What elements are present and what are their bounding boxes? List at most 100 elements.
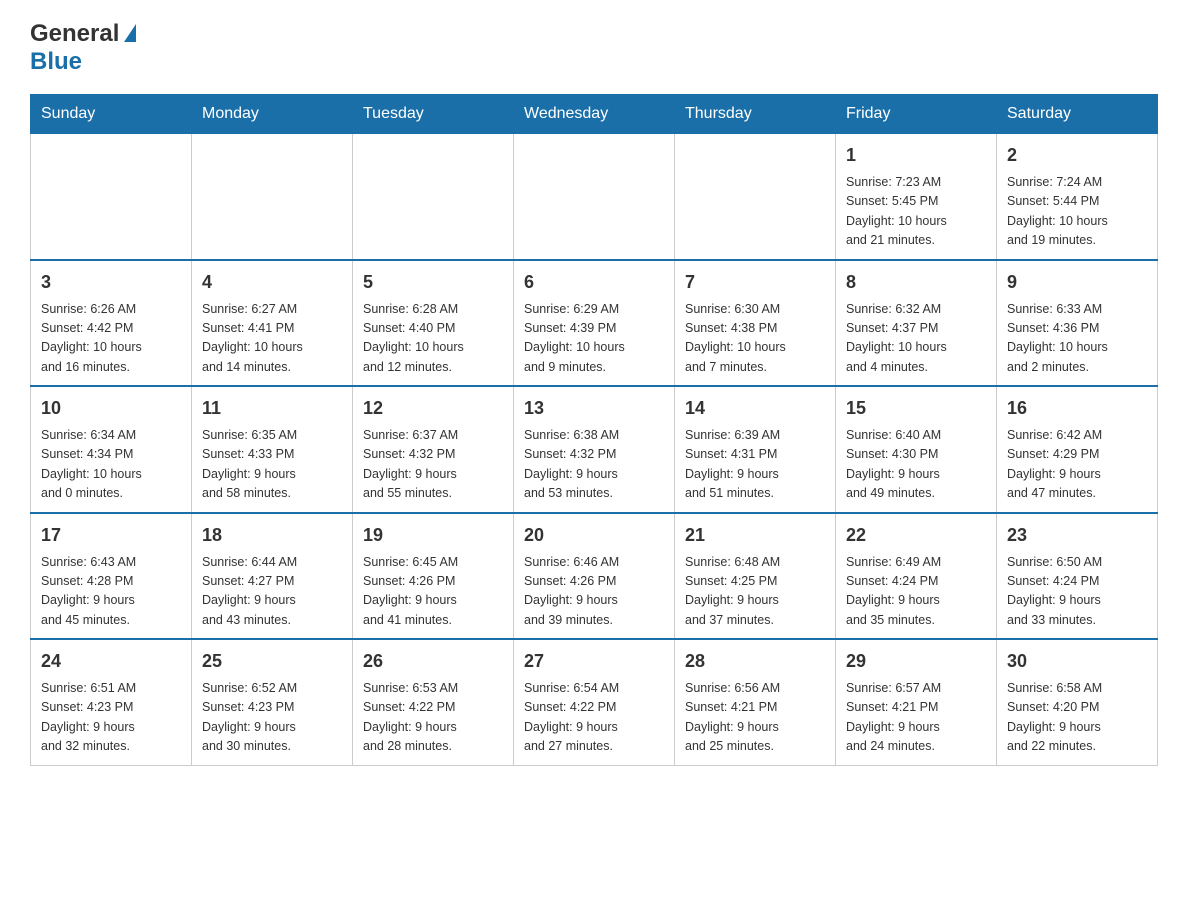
calendar-cell	[675, 134, 836, 260]
day-info: Sunrise: 6:58 AM Sunset: 4:20 PM Dayligh…	[1007, 679, 1147, 757]
day-number: 10	[41, 395, 181, 422]
calendar-cell: 2Sunrise: 7:24 AM Sunset: 5:44 PM Daylig…	[997, 134, 1158, 260]
weekday-header-tuesday: Tuesday	[353, 95, 514, 134]
day-info: Sunrise: 6:27 AM Sunset: 4:41 PM Dayligh…	[202, 300, 342, 378]
day-info: Sunrise: 6:35 AM Sunset: 4:33 PM Dayligh…	[202, 426, 342, 504]
calendar-cell	[192, 134, 353, 260]
day-number: 15	[846, 395, 986, 422]
day-info: Sunrise: 6:33 AM Sunset: 4:36 PM Dayligh…	[1007, 300, 1147, 378]
weekday-header-thursday: Thursday	[675, 95, 836, 134]
day-info: Sunrise: 6:30 AM Sunset: 4:38 PM Dayligh…	[685, 300, 825, 378]
day-info: Sunrise: 6:34 AM Sunset: 4:34 PM Dayligh…	[41, 426, 181, 504]
weekday-header-row: SundayMondayTuesdayWednesdayThursdayFrid…	[31, 95, 1158, 134]
calendar-cell: 11 Sunrise: 6:35 AM Sunset: 4:33 PM Dayli…	[192, 386, 353, 513]
day-info: Sunrise: 6:38 AM Sunset: 4:32 PM Dayligh…	[524, 426, 664, 504]
calendar-cell	[31, 134, 192, 260]
day-number: 8	[846, 269, 986, 296]
calendar-cell: 5Sunrise: 6:28 AM Sunset: 4:40 PM Daylig…	[353, 260, 514, 387]
calendar-cell: 4 Sunrise: 6:27 AM Sunset: 4:41 PM Daylig…	[192, 260, 353, 387]
day-number: 17	[41, 522, 181, 549]
weekday-header-friday: Friday	[836, 95, 997, 134]
day-info: Sunrise: 6:28 AM Sunset: 4:40 PM Dayligh…	[363, 300, 503, 378]
weekday-header-monday: Monday	[192, 95, 353, 134]
calendar-cell: 17 Sunrise: 6:43 AM Sunset: 4:28 PM Dayli…	[31, 513, 192, 640]
day-number: 7	[685, 269, 825, 296]
week-row-1: 1 Sunrise: 7:23 AM Sunset: 5:45 PM Daylig…	[31, 134, 1158, 260]
day-info: Sunrise: 6:29 AM Sunset: 4:39 PM Dayligh…	[524, 300, 664, 378]
calendar-cell: 8 Sunrise: 6:32 AM Sunset: 4:37 PM Daylig…	[836, 260, 997, 387]
day-number: 20	[524, 522, 664, 549]
day-info: Sunrise: 6:57 AM Sunset: 4:21 PM Dayligh…	[846, 679, 986, 757]
day-number: 12	[363, 395, 503, 422]
day-info: Sunrise: 6:53 AM Sunset: 4:22 PM Dayligh…	[363, 679, 503, 757]
header: General Blue	[30, 20, 1158, 76]
day-number: 26	[363, 648, 503, 675]
day-info: Sunrise: 6:48 AM Sunset: 4:25 PM Dayligh…	[685, 553, 825, 631]
logo-triangle-icon	[124, 24, 136, 42]
day-info: Sunrise: 6:43 AM Sunset: 4:28 PM Dayligh…	[41, 553, 181, 631]
day-number: 25	[202, 648, 342, 675]
day-number: 6	[524, 269, 664, 296]
calendar-cell: 3Sunrise: 6:26 AM Sunset: 4:42 PM Daylig…	[31, 260, 192, 387]
calendar-cell: 26 Sunrise: 6:53 AM Sunset: 4:22 PM Dayli…	[353, 639, 514, 765]
weekday-header-wednesday: Wednesday	[514, 95, 675, 134]
day-number: 11	[202, 395, 342, 422]
day-number: 19	[363, 522, 503, 549]
day-info: Sunrise: 6:52 AM Sunset: 4:23 PM Dayligh…	[202, 679, 342, 757]
calendar-cell: 9 Sunrise: 6:33 AM Sunset: 4:36 PM Daylig…	[997, 260, 1158, 387]
calendar-cell: 30 Sunrise: 6:58 AM Sunset: 4:20 PM Dayli…	[997, 639, 1158, 765]
day-info: Sunrise: 6:54 AM Sunset: 4:22 PM Dayligh…	[524, 679, 664, 757]
calendar-cell: 23 Sunrise: 6:50 AM Sunset: 4:24 PM Dayli…	[997, 513, 1158, 640]
weekday-header-sunday: Sunday	[31, 95, 192, 134]
day-number: 1	[846, 142, 986, 169]
day-info: Sunrise: 6:32 AM Sunset: 4:37 PM Dayligh…	[846, 300, 986, 378]
calendar-cell: 29 Sunrise: 6:57 AM Sunset: 4:21 PM Dayli…	[836, 639, 997, 765]
calendar-cell: 15Sunrise: 6:40 AM Sunset: 4:30 PM Dayli…	[836, 386, 997, 513]
day-number: 9	[1007, 269, 1147, 296]
day-info: Sunrise: 6:46 AM Sunset: 4:26 PM Dayligh…	[524, 553, 664, 631]
calendar-cell: 12Sunrise: 6:37 AM Sunset: 4:32 PM Dayli…	[353, 386, 514, 513]
calendar-cell: 22Sunrise: 6:49 AM Sunset: 4:24 PM Dayli…	[836, 513, 997, 640]
week-row-2: 3Sunrise: 6:26 AM Sunset: 4:42 PM Daylig…	[31, 260, 1158, 387]
day-number: 21	[685, 522, 825, 549]
day-info: Sunrise: 6:56 AM Sunset: 4:21 PM Dayligh…	[685, 679, 825, 757]
calendar-cell: 16Sunrise: 6:42 AM Sunset: 4:29 PM Dayli…	[997, 386, 1158, 513]
week-row-5: 24 Sunrise: 6:51 AM Sunset: 4:23 PM Dayli…	[31, 639, 1158, 765]
calendar-cell: 27 Sunrise: 6:54 AM Sunset: 4:22 PM Dayli…	[514, 639, 675, 765]
day-number: 23	[1007, 522, 1147, 549]
day-number: 4	[202, 269, 342, 296]
day-info: Sunrise: 6:45 AM Sunset: 4:26 PM Dayligh…	[363, 553, 503, 631]
calendar-cell: 19 Sunrise: 6:45 AM Sunset: 4:26 PM Dayli…	[353, 513, 514, 640]
day-number: 2	[1007, 142, 1147, 169]
day-number: 13	[524, 395, 664, 422]
calendar-cell: 7 Sunrise: 6:30 AM Sunset: 4:38 PM Daylig…	[675, 260, 836, 387]
calendar-cell: 6 Sunrise: 6:29 AM Sunset: 4:39 PM Daylig…	[514, 260, 675, 387]
day-number: 18	[202, 522, 342, 549]
weekday-header-saturday: Saturday	[997, 95, 1158, 134]
day-number: 14	[685, 395, 825, 422]
calendar-cell	[353, 134, 514, 260]
calendar-cell: 1 Sunrise: 7:23 AM Sunset: 5:45 PM Daylig…	[836, 134, 997, 260]
day-number: 27	[524, 648, 664, 675]
week-row-3: 10 Sunrise: 6:34 AM Sunset: 4:34 PM Dayli…	[31, 386, 1158, 513]
calendar-cell: 21 Sunrise: 6:48 AM Sunset: 4:25 PM Dayli…	[675, 513, 836, 640]
calendar-cell: 13 Sunrise: 6:38 AM Sunset: 4:32 PM Dayli…	[514, 386, 675, 513]
day-info: Sunrise: 6:39 AM Sunset: 4:31 PM Dayligh…	[685, 426, 825, 504]
calendar-cell: 25 Sunrise: 6:52 AM Sunset: 4:23 PM Dayli…	[192, 639, 353, 765]
calendar-table: SundayMondayTuesdayWednesdayThursdayFrid…	[30, 94, 1158, 766]
day-number: 30	[1007, 648, 1147, 675]
calendar-cell	[514, 134, 675, 260]
day-info: Sunrise: 6:50 AM Sunset: 4:24 PM Dayligh…	[1007, 553, 1147, 631]
calendar-cell: 28Sunrise: 6:56 AM Sunset: 4:21 PM Dayli…	[675, 639, 836, 765]
calendar-cell: 10 Sunrise: 6:34 AM Sunset: 4:34 PM Dayli…	[31, 386, 192, 513]
logo-blue-text: Blue	[30, 48, 82, 75]
day-number: 24	[41, 648, 181, 675]
day-number: 3	[41, 269, 181, 296]
calendar-cell: 18 Sunrise: 6:44 AM Sunset: 4:27 PM Dayli…	[192, 513, 353, 640]
day-info: Sunrise: 6:51 AM Sunset: 4:23 PM Dayligh…	[41, 679, 181, 757]
logo-general-text: General	[30, 20, 119, 48]
day-number: 29	[846, 648, 986, 675]
day-info: Sunrise: 6:44 AM Sunset: 4:27 PM Dayligh…	[202, 553, 342, 631]
day-info: Sunrise: 7:23 AM Sunset: 5:45 PM Dayligh…	[846, 173, 986, 251]
day-number: 22	[846, 522, 986, 549]
